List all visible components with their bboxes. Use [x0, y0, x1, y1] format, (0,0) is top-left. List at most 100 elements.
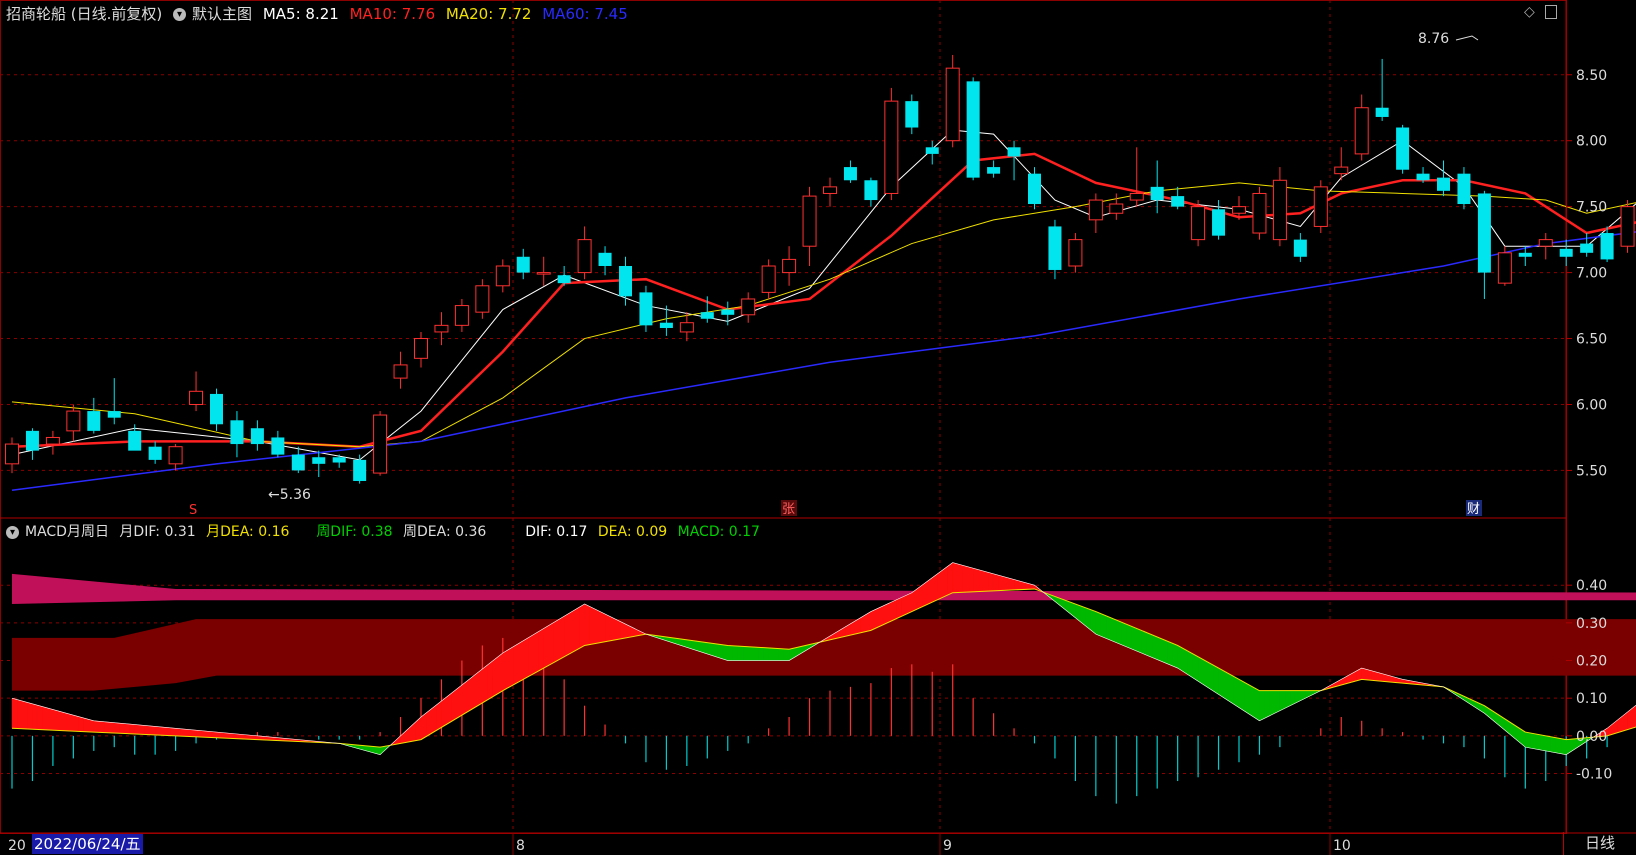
- macd-fill-segment: [712, 643, 718, 658]
- macd-fill-segment: [471, 672, 478, 710]
- macd-tick-label: 0.30: [1576, 616, 1607, 632]
- macd-fill-segment: [901, 594, 907, 617]
- candle-body: [700, 312, 714, 319]
- weekly-dif-readout: 周DIF: 0.38: [316, 524, 393, 540]
- macd-fill-segment: [1187, 650, 1194, 679]
- candle-body: [1580, 243, 1594, 253]
- macd-fill-segment: [67, 713, 74, 732]
- low-price-label: ←5.36: [268, 487, 311, 503]
- macd-fill-segment: [538, 628, 544, 672]
- macd-fill-segment: [180, 728, 187, 737]
- chevron-down-icon[interactable]: ▾: [6, 525, 19, 539]
- macd-fill-segment: [865, 611, 872, 632]
- tab-daily[interactable]: 日线: [1563, 832, 1636, 855]
- macd-fill-segment: [609, 616, 616, 642]
- chevron-down-icon[interactable]: ▾: [173, 8, 187, 21]
- main-chart-label[interactable]: 默认主图: [192, 5, 252, 23]
- macd-fill-segment: [1172, 642, 1178, 669]
- candle-body: [966, 81, 980, 178]
- macd-fill-segment: [149, 725, 156, 736]
- candle-body: [516, 256, 530, 273]
- macd-fill-segment: [742, 646, 749, 661]
- candle-body: [577, 239, 592, 274]
- macd-fill-segment: [988, 572, 994, 592]
- date-prefix: 20: [8, 838, 26, 854]
- macd-indicator-label[interactable]: MACD月周日: [25, 524, 109, 540]
- candle-body: [148, 446, 162, 460]
- ma10-readout: MA10: 7.76: [349, 5, 436, 23]
- high-price-label: 8.76: [1418, 31, 1449, 47]
- macd-fill-segment: [139, 724, 146, 735]
- ma5-readout: MA5: 8.21: [262, 5, 339, 23]
- macd-fill-segment: [226, 732, 233, 739]
- candle-body: [557, 275, 571, 284]
- macd-fill-segment: [1269, 690, 1276, 717]
- macd-fill-segment: [528, 634, 534, 677]
- macd-fill-segment: [154, 726, 161, 736]
- candle: [1396, 124, 1410, 174]
- macd-fill-segment: [1284, 690, 1291, 709]
- candle: [966, 77, 980, 181]
- candle-body: [823, 186, 837, 194]
- macd-fill-segment: [1248, 684, 1255, 718]
- candle-body: [1334, 166, 1349, 175]
- macd-fill-segment: [420, 712, 427, 741]
- stock-title[interactable]: 招商轮船 (日线.前复权): [6, 5, 162, 23]
- macd-fill-segment: [436, 700, 442, 731]
- macd-fill-segment: [1545, 735, 1552, 753]
- stock-chart-canvas[interactable]: 8.50 8.00 7.50 7.00 6.50 6.00 5.50 0.40 0.30 0.2…: [0, 0, 1636, 855]
- candle-body: [189, 390, 204, 405]
- candle-body: [271, 437, 285, 455]
- macd-fill-segment: [1259, 690, 1265, 722]
- candle: [1620, 200, 1635, 253]
- candle-body: [1272, 179, 1287, 241]
- candle-body: [598, 252, 612, 266]
- macd-fill-segment: [1218, 667, 1224, 699]
- macd-fill-segment: [476, 668, 483, 707]
- macd-fill-segment: [998, 574, 1005, 591]
- macd-fill-segment: [972, 567, 979, 593]
- macd-fill-segment: [1361, 667, 1368, 681]
- signal-s-marker[interactable]: S: [189, 503, 197, 518]
- candle-body: [884, 100, 899, 194]
- macd-fill-segment: [1182, 647, 1189, 676]
- weekly-dea-readout: 周DEA: 0.36: [402, 524, 487, 540]
- diamond-icon[interactable]: ◇: [1524, 4, 1535, 20]
- candle-body: [45, 436, 60, 445]
- candle-body: [5, 443, 19, 465]
- macd-fill-segment: [1141, 630, 1148, 656]
- macd-fill-segment: [1126, 623, 1132, 650]
- macd-fill-segment: [737, 645, 744, 661]
- macd-fill-segment: [916, 584, 923, 610]
- candle-body: [168, 446, 183, 465]
- price-tick-label: 6.00: [1576, 397, 1607, 413]
- macd-fill-segment: [1550, 736, 1557, 754]
- signal-cai-marker[interactable]: 财: [1467, 502, 1480, 517]
- macd-fill-segment: [441, 696, 447, 728]
- candle-body: [1191, 206, 1206, 241]
- macd-fill-segment: [32, 703, 38, 730]
- macd-fill-segment: [425, 708, 432, 737]
- signal-zhang-marker[interactable]: 张: [782, 502, 795, 517]
- macd-fill-segment: [1223, 670, 1230, 702]
- macd-fill-segment: [1167, 640, 1173, 667]
- macd-fill-segment: [144, 725, 151, 735]
- candle-body: [1396, 127, 1410, 170]
- macd-fill-segment: [185, 728, 192, 737]
- candle: [1191, 200, 1206, 247]
- price-tick-label: 5.50: [1576, 463, 1607, 479]
- macd-fill-segment: [589, 606, 596, 645]
- macd-fill-segment: [451, 688, 458, 722]
- candle-body: [1416, 173, 1430, 181]
- candle-body: [87, 411, 101, 431]
- window-box-icon[interactable]: [1545, 5, 1558, 19]
- macd-fill-segment: [83, 717, 89, 733]
- monthly-dif-readout: 月DIF: 0.31: [119, 524, 196, 540]
- macd-fill-segment: [134, 724, 141, 735]
- macd-fill-segment: [1156, 636, 1163, 663]
- price-tick-label: 7.00: [1576, 266, 1607, 282]
- candle-body: [128, 430, 142, 451]
- candle-body: [1293, 239, 1307, 257]
- month-label-10: 10: [1333, 838, 1351, 854]
- macd-fill-segment: [1013, 579, 1020, 591]
